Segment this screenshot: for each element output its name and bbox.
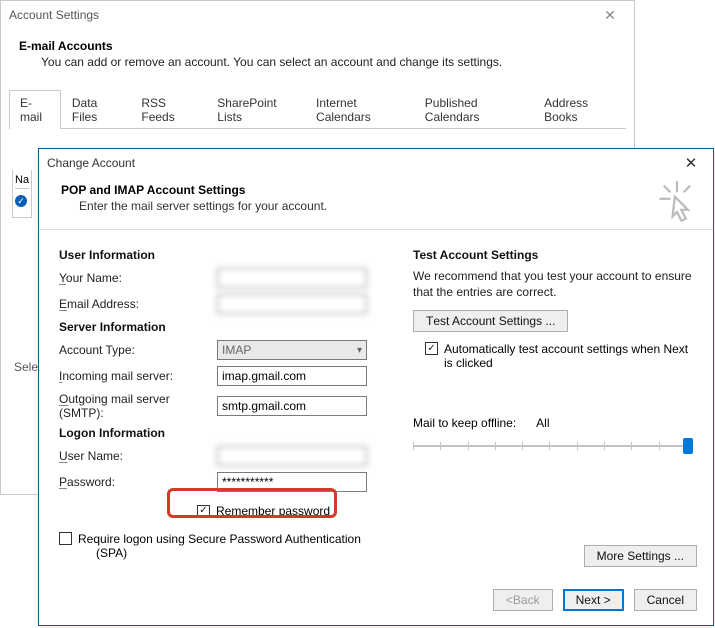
back-titlebar: Account Settings ✕ (1, 1, 634, 29)
mail-keep-label: Mail to keep offline: (413, 416, 516, 430)
mail-keep-slider[interactable] (413, 436, 697, 454)
username-label: User Name: (59, 449, 217, 463)
account-type-label: Account Type: (59, 343, 217, 357)
tab-rss-feeds[interactable]: RSS Feeds (130, 90, 206, 129)
your-name-input[interactable] (217, 268, 367, 288)
auto-test-row[interactable]: Automatically test account settings when… (425, 342, 697, 370)
cancel-button[interactable]: Cancel (634, 589, 697, 611)
incoming-label: Incoming mail server: (59, 369, 217, 383)
password-label: Password: (59, 475, 217, 489)
next-button[interactable]: Next > (563, 589, 624, 611)
mail-keep-row: Mail to keep offline: All (413, 416, 697, 430)
tab-published-calendars[interactable]: Published Calendars (414, 90, 533, 129)
close-icon[interactable]: ✕ (594, 7, 626, 24)
test-description: We recommend that you test your account … (413, 268, 697, 300)
front-titlebar: Change Account ✕ (39, 149, 713, 177)
left-column: User Information Your Name: Email Addres… (59, 244, 389, 560)
close-icon[interactable]: ✕ (677, 154, 705, 172)
name-column-header: Na (15, 174, 29, 189)
username-input[interactable] (217, 446, 367, 466)
selected-account-label-fragment: Sele (14, 360, 38, 508)
mail-keep-value: All (536, 416, 549, 430)
back-header: E-mail Accounts You can add or remove an… (1, 29, 634, 83)
front-body: User Information Your Name: Email Addres… (39, 230, 713, 560)
tab-sharepoint-lists[interactable]: SharePoint Lists (206, 90, 305, 129)
section-logon-info: Logon Information (59, 426, 389, 440)
test-account-settings-button[interactable]: Test Account Settings ... (413, 310, 568, 332)
auto-test-label: Automatically test account settings when… (444, 342, 697, 370)
auto-test-checkbox[interactable] (425, 342, 438, 355)
back-heading: E-mail Accounts (19, 39, 616, 53)
tabstrip: E-mail Data Files RSS Feeds SharePoint L… (9, 89, 626, 129)
front-subheading: Enter the mail server settings for your … (61, 199, 695, 213)
accounts-table-fragment: Na ✓ (12, 170, 32, 218)
outgoing-server-input[interactable] (217, 396, 367, 416)
section-server-info: Server Information (59, 320, 389, 334)
email-label: Email Address: (59, 297, 217, 311)
password-input[interactable] (217, 472, 367, 492)
chevron-down-icon: ▾ (357, 345, 362, 356)
back-window-title: Account Settings (9, 8, 594, 22)
tab-internet-calendars[interactable]: Internet Calendars (305, 90, 414, 129)
right-column: Test Account Settings We recommend that … (413, 244, 697, 560)
slider-thumb[interactable] (683, 438, 693, 454)
cursor-sparkle-icon (655, 179, 699, 223)
back-button[interactable]: < Back (493, 589, 553, 611)
tab-email[interactable]: E-mail (9, 90, 61, 129)
account-type-value: IMAP (222, 343, 251, 357)
incoming-server-input[interactable] (217, 366, 367, 386)
front-window-title: Change Account (47, 156, 677, 170)
section-test: Test Account Settings (413, 248, 697, 262)
more-settings-button[interactable]: More Settings ... (584, 545, 697, 567)
front-header: POP and IMAP Account Settings Enter the … (39, 177, 713, 223)
change-account-window: Change Account ✕ POP and IMAP Account Se… (38, 148, 714, 626)
front-heading: POP and IMAP Account Settings (61, 183, 695, 197)
spa-checkbox[interactable] (59, 532, 72, 545)
your-name-label: Your Name: (59, 271, 217, 285)
front-footer: < Back Next > Cancel (493, 589, 697, 611)
back-subheading: You can add or remove an account. You ca… (19, 55, 616, 69)
remember-password-checkbox[interactable] (197, 505, 210, 518)
remember-password-row[interactable]: Remember password (187, 498, 340, 524)
tab-address-books[interactable]: Address Books (533, 90, 626, 129)
remember-password-label: Remember password (216, 504, 330, 518)
account-type-select[interactable]: IMAP ▾ (217, 340, 367, 360)
spa-label: Require logon using Secure Password Auth… (78, 532, 361, 560)
section-user-info: User Information (59, 248, 389, 262)
outgoing-label: Outgoing mail server (SMTP): (59, 392, 217, 420)
email-input[interactable] (217, 294, 367, 314)
default-account-icon: ✓ (15, 195, 27, 207)
tab-data-files[interactable]: Data Files (61, 90, 130, 129)
spa-row[interactable]: Require logon using Secure Password Auth… (59, 532, 389, 560)
